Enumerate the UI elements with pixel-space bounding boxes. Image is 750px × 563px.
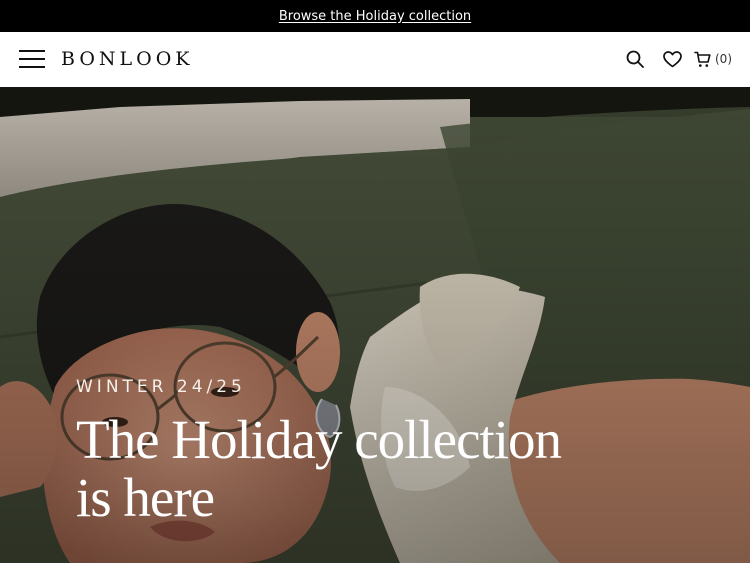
hero-eyebrow: WINTER 24/25 (76, 377, 246, 397)
brand-logo[interactable]: BONLOOK (61, 48, 193, 70)
hamburger-icon[interactable] (19, 50, 45, 68)
announcement-bar: Browse the Holiday collection (0, 0, 750, 32)
hero-headline: The Holiday collection is here (76, 409, 562, 528)
site-header: BONLOOK (0) (0, 32, 750, 87)
header-actions: (0) (626, 50, 732, 68)
search-icon[interactable] (626, 50, 644, 68)
hero-banner[interactable]: WINTER 24/25 The Holiday collection is h… (0, 87, 750, 563)
cart-icon (694, 51, 711, 67)
cart-button[interactable]: (0) (694, 51, 732, 68)
hero-text-block: WINTER 24/25 The Holiday collection is h… (76, 377, 596, 527)
cart-count: (0) (715, 52, 732, 66)
heart-icon[interactable] (663, 50, 682, 68)
browse-holiday-link[interactable]: Browse the Holiday collection (279, 9, 471, 24)
